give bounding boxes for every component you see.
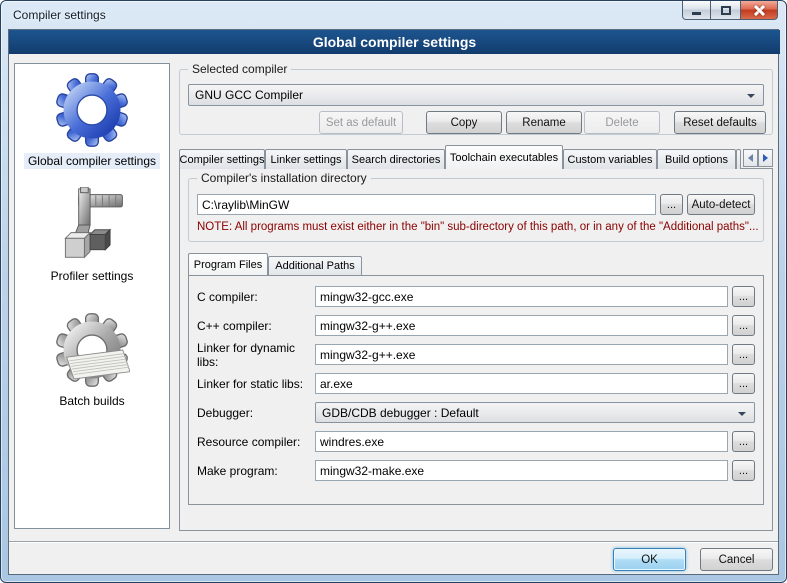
cancel-button[interactable]: Cancel bbox=[700, 548, 773, 571]
tab-additional-paths[interactable]: Additional Paths bbox=[268, 256, 362, 275]
c-compiler-row: C compiler: ... bbox=[197, 286, 755, 307]
cpp-compiler-row: C++ compiler: ... bbox=[197, 315, 755, 336]
linker-dynamic-browse-button[interactable]: ... bbox=[732, 344, 755, 365]
resource-compiler-row: Resource compiler: ... bbox=[197, 431, 755, 452]
installation-directory-group-label: Compiler's installation directory bbox=[197, 171, 371, 185]
toolchain-executables-panel: Compiler's installation directory ... Au… bbox=[179, 168, 773, 531]
make-program-label: Make program: bbox=[197, 464, 315, 478]
close-button[interactable] bbox=[740, 1, 778, 20]
cpp-compiler-input[interactable] bbox=[315, 315, 728, 336]
tab-scroll-left-button[interactable] bbox=[743, 149, 758, 167]
settings-category-list: Global compiler settings bbox=[14, 63, 170, 529]
resource-compiler-label: Resource compiler: bbox=[197, 435, 315, 449]
reset-defaults-button[interactable]: Reset defaults bbox=[674, 111, 766, 134]
linker-dynamic-input[interactable] bbox=[315, 344, 728, 365]
ok-button[interactable]: OK bbox=[613, 548, 686, 571]
tab-toolchain-executables[interactable]: Toolchain executables bbox=[445, 145, 563, 169]
close-icon bbox=[753, 4, 765, 16]
minimize-button[interactable] bbox=[682, 1, 711, 20]
make-program-row: Make program: ... bbox=[197, 460, 755, 481]
linker-dynamic-row: Linker for dynamic libs: ... bbox=[197, 344, 755, 365]
tab-build-options[interactable]: Build options bbox=[657, 149, 736, 169]
linker-static-browse-button[interactable]: ... bbox=[732, 373, 755, 394]
window-controls bbox=[682, 1, 778, 20]
linker-static-row: Linker for static libs: ... bbox=[197, 373, 755, 394]
chevron-down-icon bbox=[738, 412, 746, 416]
tab-scroll-buttons bbox=[743, 149, 773, 167]
debugger-select[interactable]: GDB/CDB debugger : Default bbox=[315, 402, 755, 423]
blue-gear-icon bbox=[54, 72, 130, 148]
linker-static-input[interactable] bbox=[315, 373, 728, 394]
program-files-tab-bar: Program Files Additional Paths bbox=[188, 253, 362, 275]
compiler-select-value: GNU GCC Compiler bbox=[195, 88, 303, 102]
sidebar-item-label: Profiler settings bbox=[47, 268, 138, 284]
copy-button[interactable]: Copy bbox=[426, 111, 502, 134]
installation-note: NOTE: All programs must exist either in … bbox=[197, 221, 759, 233]
auto-detect-button[interactable]: Auto-detect bbox=[687, 194, 755, 215]
program-files-page: C compiler: ... C++ compiler: ... Linker… bbox=[188, 275, 764, 505]
make-program-browse-button[interactable]: ... bbox=[732, 460, 755, 481]
selected-compiler-group: Selected compiler GNU GCC Compiler Set a… bbox=[179, 69, 773, 135]
tab-scroll-right-button[interactable] bbox=[758, 149, 773, 167]
tab-compiler-settings[interactable]: Compiler settings bbox=[179, 149, 265, 169]
compiler-select[interactable]: GNU GCC Compiler bbox=[188, 84, 764, 106]
installation-directory-group: Compiler's installation directory ... Au… bbox=[188, 178, 764, 242]
minimize-icon bbox=[692, 12, 701, 15]
tab-program-files[interactable]: Program Files bbox=[188, 253, 268, 275]
rename-button[interactable]: Rename bbox=[506, 111, 582, 134]
tab-custom-variables[interactable]: Custom variables bbox=[563, 149, 657, 169]
linker-dynamic-label: Linker for dynamic libs: bbox=[197, 341, 315, 369]
maximize-icon bbox=[721, 6, 731, 15]
cpp-compiler-label: C++ compiler: bbox=[197, 319, 315, 333]
sidebar-item-label: Batch builds bbox=[55, 393, 128, 409]
sidebar-item-profiler-settings[interactable]: Profiler settings bbox=[15, 187, 169, 284]
c-compiler-browse-button[interactable]: ... bbox=[732, 286, 755, 307]
installation-directory-input[interactable] bbox=[197, 194, 656, 215]
debugger-select-value: GDB/CDB debugger : Default bbox=[322, 406, 479, 420]
sidebar-item-label: Global compiler settings bbox=[24, 153, 160, 169]
resource-compiler-browse-button[interactable]: ... bbox=[732, 431, 755, 452]
resource-compiler-input[interactable] bbox=[315, 431, 728, 452]
cpp-compiler-browse-button[interactable]: ... bbox=[732, 315, 755, 336]
caliper-icon bbox=[54, 187, 130, 263]
triangle-left-icon bbox=[748, 154, 753, 162]
chevron-down-icon bbox=[747, 94, 755, 98]
compiler-settings-dialog: Compiler settings Global compiler settin… bbox=[0, 0, 787, 583]
footer-divider bbox=[9, 541, 778, 543]
selected-compiler-group-label: Selected compiler bbox=[188, 62, 291, 76]
make-program-input[interactable] bbox=[315, 460, 728, 481]
c-compiler-label: C compiler: bbox=[197, 290, 315, 304]
linker-static-label: Linker for static libs: bbox=[197, 377, 315, 391]
gray-gear-stack-icon bbox=[54, 312, 130, 388]
page-title: Global compiler settings bbox=[9, 30, 780, 54]
tab-partial bbox=[736, 149, 741, 169]
debugger-label: Debugger: bbox=[197, 406, 315, 420]
sidebar-item-global-compiler-settings[interactable]: Global compiler settings bbox=[15, 72, 169, 169]
set-as-default-button: Set as default bbox=[319, 111, 403, 134]
debugger-row: Debugger: GDB/CDB debugger : Default bbox=[197, 402, 755, 423]
c-compiler-input[interactable] bbox=[315, 286, 728, 307]
window-title: Compiler settings bbox=[13, 8, 106, 22]
triangle-right-icon bbox=[763, 154, 768, 162]
maximize-button[interactable] bbox=[711, 1, 740, 20]
installation-directory-browse-button[interactable]: ... bbox=[660, 194, 683, 215]
delete-button: Delete bbox=[584, 111, 660, 134]
tab-linker-settings[interactable]: Linker settings bbox=[265, 149, 347, 169]
settings-tab-bar: Compiler settings Linker settings Search… bbox=[179, 145, 773, 169]
tab-search-directories[interactable]: Search directories bbox=[347, 149, 445, 169]
sidebar-item-batch-builds[interactable]: Batch builds bbox=[15, 312, 169, 409]
